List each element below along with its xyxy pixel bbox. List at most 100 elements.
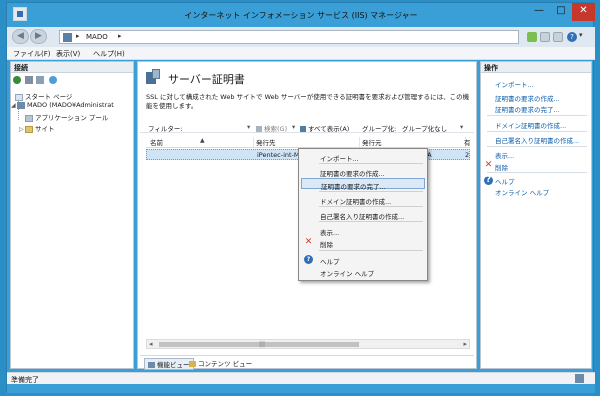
- page-title: サーバー証明書: [168, 73, 245, 86]
- view-tabs: 機能ビュー コンテンツ ビュー: [140, 355, 474, 370]
- horizontal-scrollbar[interactable]: ◂ ||| ▸: [146, 339, 470, 349]
- certificate-icon: [146, 69, 162, 85]
- action-create-request[interactable]: 証明書の要求の作成...: [495, 93, 560, 103]
- context-item-create-self-signed[interactable]: 自己署名入り証明書の作成...: [301, 209, 425, 221]
- breadcrumb-separator[interactable]: ▸: [118, 32, 122, 40]
- title-bar[interactable]: インターネット インフォメーション サービス (IIS) マネージャー — □ …: [7, 3, 595, 27]
- connect-icon[interactable]: [13, 76, 21, 84]
- back-button[interactable]: ◀: [12, 29, 29, 44]
- tree-item-app-pools[interactable]: アプリケーション プール: [25, 112, 108, 122]
- connect-to-site-icon[interactable]: [49, 76, 57, 84]
- minimize-button[interactable]: —: [528, 3, 550, 21]
- column-issued-to[interactable]: 発行先: [256, 137, 360, 147]
- tree-item-sites[interactable]: ▷ サイト: [19, 123, 55, 133]
- action-import[interactable]: インポート...: [495, 79, 534, 89]
- help-dropdown-icon[interactable]: ▾: [579, 31, 589, 41]
- context-item-view[interactable]: 表示...: [301, 225, 425, 237]
- breadcrumb-separator[interactable]: ▸: [76, 32, 80, 40]
- address-bar[interactable]: ▸ MADO ▸: [59, 30, 519, 44]
- column-issued-by[interactable]: 発行元: [362, 137, 466, 147]
- column-label: 名前: [150, 139, 163, 147]
- scroll-left-icon[interactable]: ◂: [149, 340, 153, 348]
- tab-content-view[interactable]: コンテンツ ビュー: [186, 358, 255, 368]
- refresh-icon[interactable]: [527, 32, 537, 42]
- close-button[interactable]: ✕: [572, 3, 595, 21]
- context-item-delete[interactable]: ✕ 削除: [301, 237, 425, 250]
- context-item-label: ヘルプ: [320, 258, 340, 266]
- status-bar: 準備完了: [7, 372, 595, 384]
- action-help[interactable]: ヘルプ: [495, 176, 515, 186]
- iis-manager-window: インターネット インフォメーション サービス (IIS) マネージャー — □ …: [0, 0, 600, 396]
- filter-dropdown-icon[interactable]: ▾: [247, 123, 250, 131]
- context-item-create-domain-cert[interactable]: ドメイン証明書の作成...: [301, 194, 425, 206]
- context-divider: [319, 206, 423, 207]
- breadcrumb-mado[interactable]: MADO: [86, 33, 108, 41]
- maximize-button[interactable]: □: [550, 3, 572, 21]
- nav-toolbar: ? ▾: [527, 30, 591, 44]
- context-divider: [319, 221, 423, 222]
- tree-item-server[interactable]: ◢ MADO (MADO¥Administrat: [11, 101, 114, 109]
- help-icon[interactable]: ?: [567, 32, 577, 42]
- stop-icon[interactable]: [540, 32, 550, 42]
- tab-label: 機能ビュー: [157, 361, 190, 369]
- actions-divider: [487, 172, 587, 173]
- features-view-icon: [148, 362, 155, 368]
- connections-header: 接続: [11, 62, 133, 73]
- context-item-help[interactable]: ? ヘルプ: [301, 254, 425, 266]
- column-name[interactable]: 名前 ▲: [150, 137, 254, 147]
- server-icon: [17, 101, 25, 109]
- home-icon[interactable]: [553, 32, 563, 42]
- actions-header: 操作: [481, 62, 591, 73]
- menu-help[interactable]: ヘルプ(H): [93, 49, 125, 59]
- action-delete[interactable]: 削除: [495, 162, 508, 172]
- tree-item-label: サイト: [35, 125, 55, 133]
- cell-expires: 2: [465, 151, 470, 159]
- column-expiration[interactable]: 有: [464, 137, 471, 147]
- forward-button[interactable]: ▶: [30, 29, 47, 44]
- action-online-help[interactable]: オンライン ヘルプ: [495, 187, 549, 197]
- actions-divider: [487, 131, 587, 132]
- actions-divider: [487, 115, 587, 116]
- context-item-online-help[interactable]: オンライン ヘルプ: [301, 266, 425, 278]
- search-button[interactable]: 検索(G): [256, 123, 287, 133]
- help-icon: ?: [484, 175, 493, 185]
- help-icon: ?: [304, 255, 313, 264]
- delete-icon: ✕: [304, 237, 313, 247]
- show-all-button[interactable]: すべて表示(A): [300, 123, 349, 133]
- context-divider: [319, 163, 423, 164]
- scroll-right-icon[interactable]: ▸: [463, 340, 467, 348]
- group-by-select[interactable]: グループ化なし: [402, 123, 447, 133]
- connections-pane: 接続 スタート ページ ◢ MADO (MADO¥Administrat アプリケ…: [10, 61, 134, 369]
- up-icon[interactable]: [36, 76, 44, 84]
- column-header-row: 名前 ▲ 発行先 発行元 有: [146, 136, 471, 148]
- menu-file[interactable]: ファイル(F): [13, 49, 51, 59]
- menu-view[interactable]: 表示(V): [56, 49, 80, 59]
- action-view[interactable]: 表示...: [495, 150, 514, 160]
- action-create-self-signed[interactable]: 自己署名入り証明書の作成...: [495, 135, 579, 145]
- group-by-dropdown-icon[interactable]: ▾: [460, 123, 463, 131]
- actions-divider: [487, 146, 587, 147]
- delete-icon: ✕: [484, 160, 493, 170]
- context-item-import[interactable]: インポート...: [301, 151, 425, 163]
- page-description: SSL に対して構成された Web サイトで Web サーバーが使用できる証明書…: [146, 93, 470, 110]
- search-label: 検索(G): [264, 125, 288, 133]
- navigation-bar: ◀ ▶ ▸ MADO ▸ ? ▾: [7, 27, 595, 47]
- group-by-label: グループ化:: [362, 125, 397, 133]
- filter-bar: フィルター: ▾ 検索(G) ▾ すべて表示(A) グループ化: グループ化なし…: [140, 120, 474, 133]
- tree-item-start-page[interactable]: スタート ページ: [15, 91, 72, 101]
- context-item-create-request[interactable]: 証明書の要求の作成...: [301, 166, 425, 178]
- search-dropdown-icon[interactable]: ▾: [292, 123, 295, 131]
- connections-toolbar: [13, 75, 133, 86]
- context-menu: インポート... 証明書の要求の作成... 証明書の要求の完了... ドメイン証…: [298, 148, 428, 281]
- actions-pane: 操作 インポート... 証明書の要求の作成... 証明書の要求の完了... ドメ…: [480, 61, 592, 369]
- action-create-domain-cert[interactable]: ドメイン証明書の作成...: [495, 120, 566, 130]
- context-item-complete-request[interactable]: 証明書の要求の完了...: [301, 178, 425, 191]
- context-divider: [319, 250, 423, 251]
- action-complete-request[interactable]: 証明書の要求の完了...: [495, 104, 560, 114]
- filter-input[interactable]: [176, 122, 246, 131]
- show-all-icon: [300, 126, 306, 132]
- sort-arrow-icon: ▲: [200, 137, 205, 144]
- sites-icon: [25, 125, 33, 133]
- scroll-thumb[interactable]: |||: [159, 341, 359, 348]
- save-icon[interactable]: [25, 76, 33, 84]
